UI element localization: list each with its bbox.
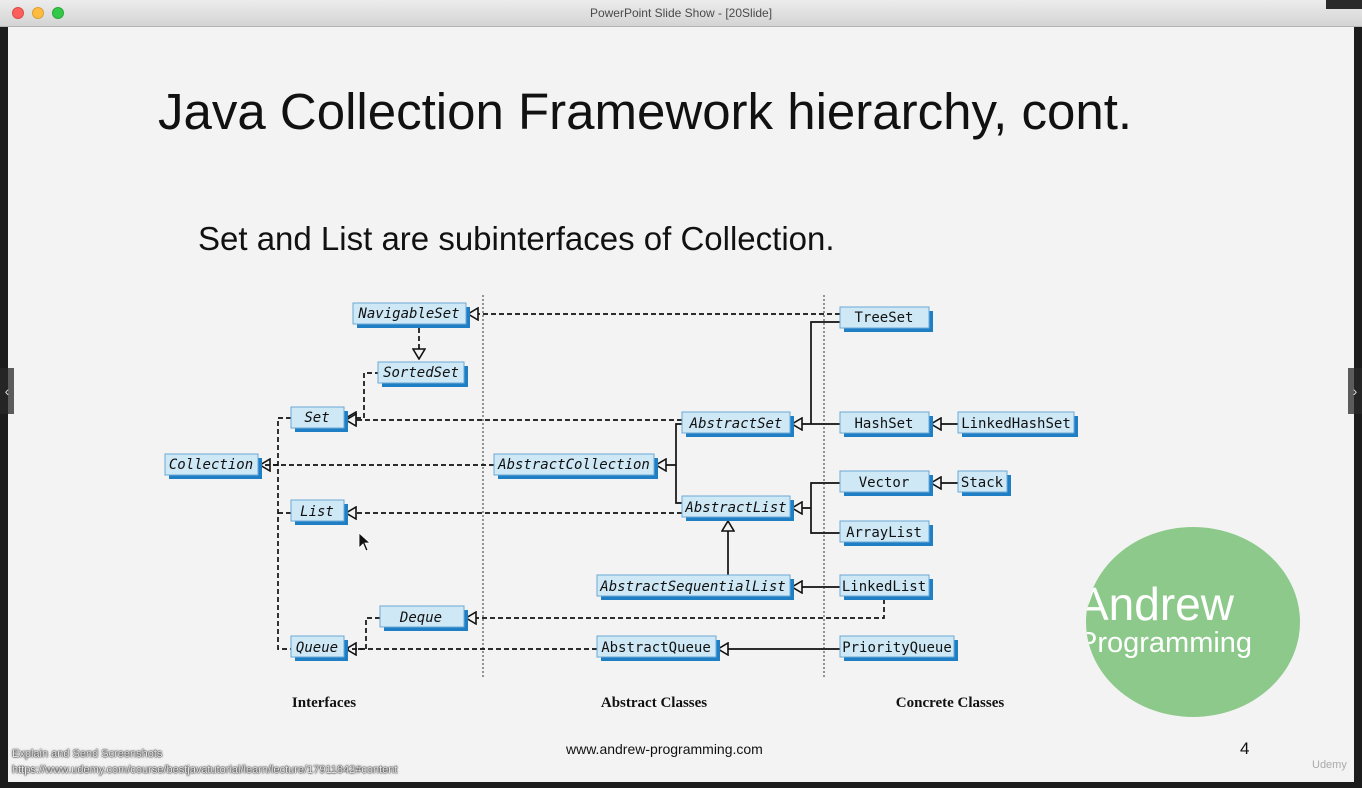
svg-text:NavigableSet: NavigableSet — [357, 306, 459, 322]
node-hashset: HashSet — [839, 411, 933, 437]
label-abstract-classes: Abstract Classes — [601, 695, 707, 711]
next-slide-arrow[interactable]: › — [1348, 368, 1362, 414]
node-treeset: TreeSet — [839, 306, 933, 332]
logo-line1: Andrew — [1086, 578, 1234, 630]
svg-text:HashSet: HashSet — [854, 416, 913, 432]
svg-text:PriorityQueue: PriorityQueue — [842, 640, 952, 656]
window-title: PowerPoint Slide Show - [20Slide] — [589, 6, 773, 20]
diagram-nodes: NavigableSet SortedSet Set Collection Li — [164, 302, 1078, 661]
svg-text:AbstractSet: AbstractSet — [689, 416, 783, 432]
slide-page-number: 4 — [1240, 739, 1250, 758]
node-abstractset: AbstractSet — [681, 411, 794, 437]
course-url-text: https://www.udemy.com/course/bestjavatut… — [12, 764, 398, 776]
node-arraylist: ArrayList — [839, 520, 933, 546]
window-titlebar: PowerPoint Slide Show - [20Slide] — [0, 0, 1362, 27]
treeset-extends-abstractset — [810, 321, 840, 424]
svg-text:Vector: Vector — [859, 475, 910, 491]
node-list: List — [290, 499, 348, 525]
andrew-programming-logo: Andrew Programming — [1086, 527, 1300, 717]
svg-text:Stack: Stack — [961, 475, 1004, 491]
svg-text:SortedSet: SortedSet — [383, 365, 459, 381]
svg-text:Collection: Collection — [169, 457, 253, 473]
node-abstractlist: AbstractList — [681, 495, 794, 521]
svg-text:TreeSet: TreeSet — [854, 310, 913, 326]
column-labels: Interfaces Abstract Classes Concrete Cla… — [292, 695, 1004, 711]
node-abstractsequentiallist: AbstractSequentialList — [596, 574, 794, 600]
abstractset-extends-abstractcollection — [675, 423, 682, 504]
svg-text:LinkedList: LinkedList — [842, 579, 926, 595]
footer-url: www.andrew-programming.com — [566, 741, 763, 757]
node-abstractcollection: AbstractCollection — [493, 453, 658, 479]
svg-text:List: List — [300, 504, 334, 520]
svg-text:Set: Set — [304, 410, 329, 426]
node-linkedhashset: LinkedHashSet — [957, 411, 1078, 437]
node-linkedlist: LinkedList — [839, 574, 933, 600]
node-sortedset: SortedSet — [377, 361, 468, 387]
vector-extends-abstractlist — [810, 482, 840, 534]
svg-text:AbstractSequentialList: AbstractSequentialList — [599, 579, 785, 595]
fullscreen-corner — [1326, 0, 1362, 9]
slide: Java Collection Framework hierarchy, con… — [8, 27, 1354, 782]
deque-extends-queue — [346, 617, 380, 649]
node-set: Set — [290, 406, 348, 432]
sortedset-extends-set — [346, 372, 380, 418]
node-abstractqueue: AbstractQueue — [596, 635, 720, 661]
linkedlist-implements-deque — [466, 599, 885, 618]
logo-line2: Programming — [1086, 627, 1253, 659]
node-vector: Vector — [839, 470, 933, 496]
node-queue: Queue — [290, 635, 348, 661]
previous-slide-arrow[interactable]: ‹ — [0, 368, 14, 414]
set-extends-collection — [277, 417, 291, 650]
udemy-logo: Udemy — [1312, 759, 1347, 771]
svg-text:Deque: Deque — [399, 610, 442, 626]
node-priorityqueue: PriorityQueue — [839, 635, 958, 661]
svg-text:ArrayList: ArrayList — [846, 525, 922, 541]
node-collection: Collection — [164, 453, 262, 479]
svg-text:Queue: Queue — [296, 640, 338, 656]
svg-text:AbstractList: AbstractList — [684, 500, 786, 516]
label-interfaces: Interfaces — [292, 695, 356, 711]
node-navigableset: NavigableSet — [352, 302, 470, 328]
mouse-cursor — [358, 532, 372, 552]
svg-text:AbstractQueue: AbstractQueue — [601, 640, 711, 656]
svg-text:LinkedHashSet: LinkedHashSet — [961, 416, 1071, 432]
label-concrete-classes: Concrete Classes — [896, 695, 1005, 711]
svg-text:AbstractCollection: AbstractCollection — [497, 457, 650, 473]
explain-screenshots-text: Explain and Send Screenshots — [12, 748, 163, 760]
node-stack: Stack — [957, 470, 1011, 496]
node-deque: Deque — [379, 605, 468, 631]
